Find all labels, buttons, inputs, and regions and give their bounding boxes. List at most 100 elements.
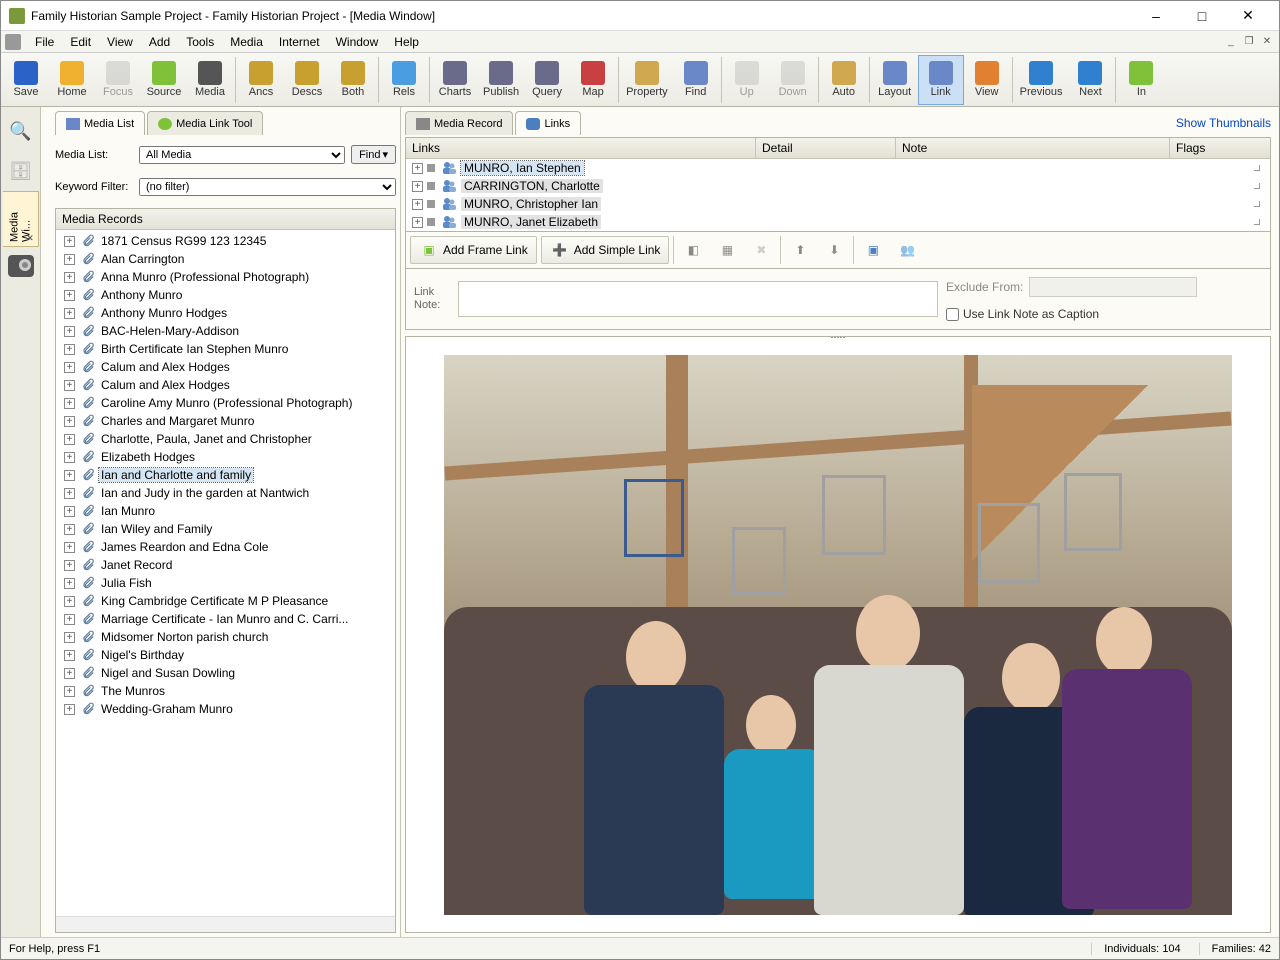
col-note[interactable]: Note: [896, 138, 1170, 158]
mdi-restore-button[interactable]: ❐: [1241, 35, 1257, 49]
col-links[interactable]: Links: [406, 138, 756, 158]
expand-icon[interactable]: +: [64, 254, 75, 265]
media-record-item[interactable]: +Marriage Certificate - Ian Munro and C.…: [56, 610, 395, 628]
link-row[interactable]: +MUNRO, Christopher Ian: [406, 195, 1270, 213]
expand-icon[interactable]: +: [64, 290, 75, 301]
toolbar-source-button[interactable]: Source: [141, 55, 187, 105]
menu-tools[interactable]: Tools: [178, 33, 222, 51]
media-record-item[interactable]: +The Munros: [56, 682, 395, 700]
toolbar-rels-button[interactable]: Rels: [381, 55, 427, 105]
expand-icon[interactable]: +: [412, 199, 423, 210]
use-caption-checkbox[interactable]: [946, 308, 959, 321]
show-thumbnails-link[interactable]: Show Thumbnails: [1176, 116, 1271, 130]
expand-icon[interactable]: +: [64, 416, 75, 427]
link-row[interactable]: +CARRINGTON, Charlotte: [406, 177, 1270, 195]
face-frame[interactable]: [978, 503, 1040, 583]
add-frame-link-button[interactable]: ▣ Add Frame Link: [410, 236, 537, 264]
media-record-item[interactable]: +Ian and Charlotte and family: [56, 466, 395, 484]
col-flags[interactable]: Flags: [1170, 138, 1270, 158]
face-frame[interactable]: [822, 475, 886, 555]
expand-icon[interactable]: +: [64, 542, 75, 553]
toolbar-auto-button[interactable]: Auto: [821, 55, 867, 105]
camera-icon[interactable]: [8, 255, 34, 277]
media-record-item[interactable]: +Birth Certificate Ian Stephen Munro: [56, 340, 395, 358]
expand-icon[interactable]: +: [64, 506, 75, 517]
media-record-item[interactable]: +Ian and Judy in the garden at Nantwich: [56, 484, 395, 502]
expand-icon[interactable]: +: [64, 236, 75, 247]
media-record-item[interactable]: +Midsomer Norton parish church: [56, 628, 395, 646]
scrollbar-horizontal[interactable]: [56, 916, 395, 932]
add-simple-link-button[interactable]: ➕ Add Simple Link: [541, 236, 670, 264]
toolbar-property-button[interactable]: Property: [621, 55, 673, 105]
menu-help[interactable]: Help: [386, 33, 427, 51]
expand-icon[interactable]: +: [64, 596, 75, 607]
media-record-item[interactable]: +Julia Fish: [56, 574, 395, 592]
menu-view[interactable]: View: [99, 33, 141, 51]
close-icon[interactable]: ✕: [26, 234, 36, 244]
expand-icon[interactable]: +: [64, 578, 75, 589]
media-record-item[interactable]: +Ian Wiley and Family: [56, 520, 395, 538]
expand-icon[interactable]: +: [64, 362, 75, 373]
media-record-item[interactable]: +King Cambridge Certificate M P Pleasanc…: [56, 592, 395, 610]
media-record-item[interactable]: +Janet Record: [56, 556, 395, 574]
media-window-tab[interactable]: ✕Media Wi...: [3, 191, 39, 247]
media-record-item[interactable]: +Wedding-Graham Munro: [56, 700, 395, 718]
group-button[interactable]: ▦: [712, 236, 742, 264]
expand-icon[interactable]: +: [412, 163, 423, 174]
media-record-item[interactable]: +Nigel's Birthday: [56, 646, 395, 664]
toolbar-query-button[interactable]: Query: [524, 55, 570, 105]
toolbar-find-button[interactable]: Find: [673, 55, 719, 105]
move-down-button[interactable]: ⬇: [819, 236, 849, 264]
face-frame[interactable]: [624, 479, 684, 557]
image-viewer[interactable]: [405, 336, 1271, 933]
media-record-item[interactable]: +Alan Carrington: [56, 250, 395, 268]
toolbar-link-button[interactable]: Link: [918, 55, 964, 105]
close-button[interactable]: ✕: [1225, 1, 1271, 31]
toolbar-ancs-button[interactable]: Ancs: [238, 55, 284, 105]
expand-icon[interactable]: +: [64, 704, 75, 715]
media-record-item[interactable]: +Ian Munro: [56, 502, 395, 520]
link-note-input[interactable]: [458, 281, 938, 317]
delete-button[interactable]: ✖: [746, 236, 776, 264]
media-record-item[interactable]: +Elizabeth Hodges: [56, 448, 395, 466]
tab-links[interactable]: Links: [515, 111, 581, 135]
expand-icon[interactable]: +: [64, 668, 75, 679]
media-list-select[interactable]: All Media: [139, 146, 345, 164]
keyword-filter-select[interactable]: (no filter): [139, 178, 396, 196]
toolbar-media-button[interactable]: Media: [187, 55, 233, 105]
media-record-item[interactable]: +Calum and Alex Hodges: [56, 376, 395, 394]
toolbar-publish-button[interactable]: Publish: [478, 55, 524, 105]
expand-icon[interactable]: +: [64, 632, 75, 643]
link-row[interactable]: +MUNRO, Ian Stephen: [406, 159, 1270, 177]
exclude-from-select[interactable]: [1029, 277, 1197, 297]
media-record-item[interactable]: +Nigel and Susan Dowling: [56, 664, 395, 682]
media-record-item[interactable]: +James Reardon and Edna Cole: [56, 538, 395, 556]
toolbar-in-button[interactable]: In: [1118, 55, 1164, 105]
toolbar-view-button[interactable]: View: [964, 55, 1010, 105]
toolbar-map-button[interactable]: Map: [570, 55, 616, 105]
toolbar-layout-button[interactable]: Layout: [872, 55, 918, 105]
gripper-icon[interactable]: [818, 336, 858, 342]
expand-icon[interactable]: +: [64, 308, 75, 319]
col-detail[interactable]: Detail: [756, 138, 896, 158]
face-frame[interactable]: [1064, 473, 1122, 551]
toolbar-previous-button[interactable]: Previous: [1015, 55, 1068, 105]
menu-file[interactable]: File: [27, 33, 62, 51]
edit-frame-button[interactable]: ◧: [678, 236, 708, 264]
toolbar-home-button[interactable]: Home: [49, 55, 95, 105]
expand-icon[interactable]: +: [64, 380, 75, 391]
face-frame[interactable]: [732, 527, 786, 595]
media-record-item[interactable]: +Calum and Alex Hodges: [56, 358, 395, 376]
toolbar-both-button[interactable]: Both: [330, 55, 376, 105]
expand-icon[interactable]: +: [64, 434, 75, 445]
media-records-tree[interactable]: +1871 Census RG99 123 12345+Alan Carring…: [56, 230, 395, 916]
expand-icon[interactable]: +: [64, 560, 75, 571]
menu-add[interactable]: Add: [141, 33, 178, 51]
magnifier-icon[interactable]: 🔍: [9, 119, 33, 143]
mdi-minimize-button[interactable]: _: [1223, 35, 1239, 49]
mdi-close-button[interactable]: ✕: [1259, 35, 1275, 49]
media-record-item[interactable]: +Anthony Munro: [56, 286, 395, 304]
people-tool-button[interactable]: 👥: [892, 236, 922, 264]
expand-icon[interactable]: +: [412, 217, 423, 228]
expand-icon[interactable]: +: [64, 470, 75, 481]
